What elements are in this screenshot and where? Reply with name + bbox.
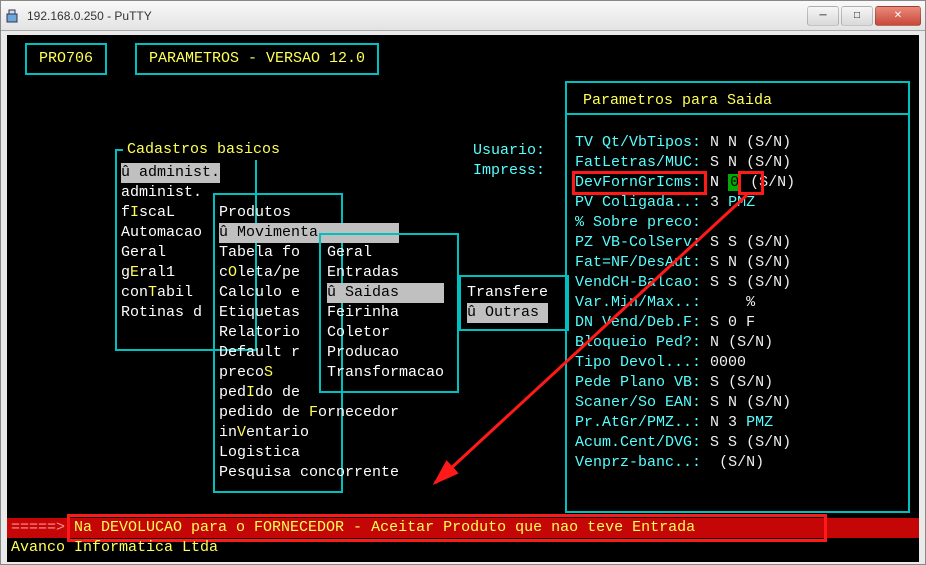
param-row: PZ VB-ColServ: S S (S/N) <box>575 233 795 253</box>
close-button[interactable]: ✕ <box>875 6 921 26</box>
param-row: Bloqueio Ped?: N (S/N) <box>575 333 795 353</box>
label-impress: Impress: <box>473 161 545 181</box>
menu1-item[interactable]: Rotinas d <box>121 303 220 323</box>
params-sep <box>565 113 910 115</box>
putty-icon <box>5 8 21 24</box>
menu1-item[interactable]: conTabil <box>121 283 220 303</box>
param-row: Tipo Devol...: 0000 <box>575 353 795 373</box>
menu4: Transfereû Outras <box>467 283 548 323</box>
param-row: FatLetras/MUC: S N (S/N) <box>575 153 795 173</box>
menu1-item[interactable]: gEral1 <box>121 263 220 283</box>
program-title: PARAMETROS - VERSAO 12.0 <box>149 50 365 67</box>
param-row: DN Vend/Deb.F: S 0 F <box>575 313 795 333</box>
menu1-item[interactable]: û administ. <box>121 163 220 183</box>
menu3-item[interactable]: Geral <box>327 243 444 263</box>
param-row: VendCH-Balcao: S S (S/N) <box>575 273 795 293</box>
maximize-button[interactable]: □ <box>841 6 873 26</box>
menu3-item[interactable]: Transformacao <box>327 363 444 383</box>
window-controls: ─ □ ✕ <box>805 6 921 26</box>
param-row: Pede Plano VB: S (S/N) <box>575 373 795 393</box>
menu2-item[interactable]: pedido de Fornecedor <box>219 403 399 423</box>
param-row: Scaner/So EAN: S N (S/N) <box>575 393 795 413</box>
menu1-title: Cadastros basicos <box>123 140 284 160</box>
menu1-item[interactable]: fIscaL <box>121 203 220 223</box>
menu3-item[interactable]: Feirinha <box>327 303 444 323</box>
menu4-item[interactable]: û Outras <box>467 303 548 323</box>
param-row: Venprz-banc..: (S/N) <box>575 453 795 473</box>
param-row: TV Qt/VbTipos: N N (S/N) <box>575 133 795 153</box>
status-prefix: =====> <box>11 518 74 538</box>
menu1-item[interactable]: Geral <box>121 243 220 263</box>
app-window: 192.168.0.250 - PuTTY ─ □ ✕ PRO706 PARAM… <box>0 0 926 565</box>
window-title: 192.168.0.250 - PuTTY <box>27 9 805 23</box>
program-code: PRO706 <box>39 50 93 67</box>
highlight-label-devforn <box>572 171 707 195</box>
menu1-item[interactable]: administ. <box>121 183 220 203</box>
menu1: û administ.administ.fIscaLAutomacaoGeral… <box>121 163 220 323</box>
minimize-button[interactable]: ─ <box>807 6 839 26</box>
titlebar[interactable]: 192.168.0.250 - PuTTY ─ □ ✕ <box>1 1 925 31</box>
program-title-box: PARAMETROS - VERSAO 12.0 <box>135 43 379 75</box>
menu3: GeralEntradasû SaidasFeirinhaColetorProd… <box>327 243 444 383</box>
menu2-item[interactable]: inVentario <box>219 423 399 443</box>
param-row: Pr.AtGr/PMZ..: N 3 PMZ <box>575 413 795 433</box>
footer-text: Avanco Informatica Ltda <box>11 538 218 558</box>
label-usuario: Usuario: <box>473 141 545 161</box>
menu2-item[interactable]: Produtos <box>219 203 399 223</box>
highlight-value-devforn <box>738 171 764 195</box>
menu2-item[interactable]: Logistica <box>219 443 399 463</box>
menu3-item[interactable]: Entradas <box>327 263 444 283</box>
menu3-item[interactable]: Producao <box>327 343 444 363</box>
terminal[interactable]: PRO706 PARAMETROS - VERSAO 12.0 Usuario:… <box>7 35 919 562</box>
param-row: Fat=NF/DesAut: S N (S/N) <box>575 253 795 273</box>
menu1-item[interactable]: Automacao <box>121 223 220 243</box>
menu3-item[interactable]: û Saidas <box>327 283 444 303</box>
params-title: Parametros para Saida <box>579 91 776 111</box>
menu2-item[interactable]: Pesquisa concorrente <box>219 463 399 483</box>
program-code-box: PRO706 <box>25 43 107 75</box>
menu4-item[interactable]: Transfere <box>467 283 548 303</box>
param-row: Var.Min/Max..: % <box>575 293 795 313</box>
menu3-item[interactable]: Coletor <box>327 323 444 343</box>
param-row: % Sobre preco: <box>575 213 795 233</box>
param-row: PV Coligada..: 3 PMZ <box>575 193 795 213</box>
param-row: Acum.Cent/DVG: S S (S/N) <box>575 433 795 453</box>
